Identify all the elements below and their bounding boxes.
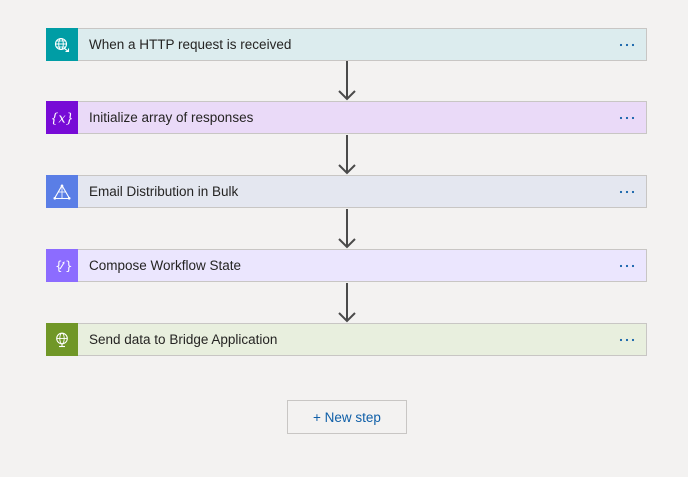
step-more-options-button[interactable]	[617, 185, 637, 199]
new-step-button[interactable]: + New step	[287, 400, 407, 434]
step-title: Initialize array of responses	[89, 110, 254, 125]
variable-icon: {x}	[52, 111, 72, 126]
step-icon-tile	[46, 175, 78, 208]
step-card-initialize-variable[interactable]: {x} Initialize array of responses	[46, 101, 647, 134]
step-title: Send data to Bridge Application	[89, 332, 278, 347]
step-title: When a HTTP request is received	[89, 37, 292, 52]
step-more-options-button[interactable]	[617, 259, 637, 273]
step-title: Email Distribution in Bulk	[89, 184, 239, 199]
step-card-http-send[interactable]: Send data to Bridge Application	[46, 323, 647, 356]
ellipsis-icon	[619, 338, 635, 341]
ellipsis-icon	[619, 116, 635, 119]
connector-arrow	[338, 283, 356, 323]
svg-text:{x}: {x}	[52, 111, 72, 126]
svg-text:}: }	[65, 259, 72, 273]
step-more-options-button[interactable]	[617, 38, 637, 52]
globe-request-icon	[54, 37, 70, 52]
http-globe-icon	[56, 332, 68, 347]
step-card-email-distribution[interactable]: Email Distribution in Bulk	[46, 175, 647, 208]
connector-arrow	[338, 209, 356, 249]
ellipsis-icon	[619, 43, 635, 46]
ellipsis-icon	[619, 264, 635, 267]
step-card-http-request-trigger[interactable]: When a HTTP request is received	[46, 28, 647, 61]
connector-arrow	[338, 135, 356, 175]
flow-designer-canvas: When a HTTP request is received {x} Init…	[0, 0, 688, 477]
step-more-options-button[interactable]	[617, 111, 637, 125]
step-icon-tile: {x}	[46, 101, 78, 134]
compose-icon: { }	[55, 259, 72, 273]
step-more-options-button[interactable]	[617, 333, 637, 347]
step-icon-tile: { }	[46, 249, 78, 282]
step-card-compose[interactable]: { } Compose Workflow State	[46, 249, 647, 282]
step-icon-tile	[46, 28, 78, 61]
logic-app-icon	[53, 183, 71, 200]
step-icon-tile	[46, 323, 78, 356]
step-title: Compose Workflow State	[89, 258, 242, 273]
ellipsis-icon	[619, 190, 635, 193]
connector-arrow	[338, 61, 356, 101]
